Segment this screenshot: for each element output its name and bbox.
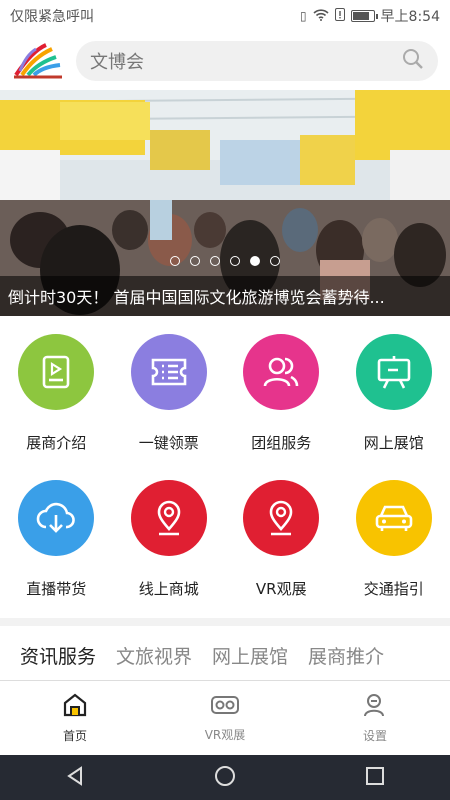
nav-item[interactable]: 首页	[0, 681, 150, 755]
feature-label: 交通指引	[363, 580, 424, 598]
feature-label: 一键领票	[138, 434, 199, 452]
feature-grid: 展商介绍 一键领票 团组服务 网上展馆直播带货 线上商城 VR观展 交通指引	[0, 316, 450, 624]
feature-item[interactable]: 团组服务	[225, 332, 338, 478]
recents-icon[interactable]	[365, 766, 385, 790]
home-icon	[62, 692, 88, 721]
wifi-icon	[312, 8, 329, 24]
back-icon[interactable]	[65, 765, 85, 790]
feature-label: 网上展馆	[363, 434, 424, 452]
status-icons: ▯ 早上8:54	[300, 6, 440, 26]
cloud-download-icon[interactable]	[18, 480, 95, 556]
nav-label: 设置	[362, 729, 387, 743]
tab-item[interactable]: 网上展馆	[212, 634, 288, 677]
search-input[interactable]: 文博会	[90, 48, 144, 74]
home-circle-icon[interactable]	[214, 765, 236, 791]
easel-icon[interactable]	[355, 334, 432, 410]
carousel-dots[interactable]	[0, 256, 450, 266]
ticket-icon[interactable]	[130, 334, 207, 410]
carousel-dot[interactable]	[190, 256, 200, 266]
car-icon[interactable]	[355, 480, 432, 556]
header: 文博会	[0, 32, 450, 90]
feature-label: 团组服务	[251, 434, 312, 452]
carousel-dot[interactable]	[250, 256, 260, 266]
status-carrier-text: 仅限紧急呼叫	[10, 9, 94, 25]
location-pin-icon[interactable]	[243, 480, 320, 556]
bottom-navigation: 首页 VR观展 设置	[0, 680, 450, 755]
feature-item[interactable]: 交通指引	[338, 478, 450, 624]
carousel-dot[interactable]	[270, 256, 280, 266]
feature-label: 直播带货	[26, 580, 87, 598]
play-document-icon[interactable]	[18, 334, 95, 410]
status-time: 早上8:54	[380, 9, 440, 25]
feature-item[interactable]: 线上商城	[113, 478, 226, 624]
system-navigation-bar	[0, 755, 450, 800]
feature-item[interactable]: 直播带货	[0, 478, 113, 624]
search-bar[interactable]: 文博会	[76, 41, 438, 81]
news-tabs: 资讯服务 文旅视界 网上展馆 展商推介	[0, 626, 450, 686]
banner-carousel[interactable]: 倒计时30天！ 首届中国国际文化旅游博览会蓄势待...	[0, 90, 450, 316]
feature-label: 线上商城	[138, 580, 199, 598]
carousel-dot[interactable]	[230, 256, 240, 266]
tab-item[interactable]: 展商推介	[308, 634, 384, 677]
feature-item[interactable]: 网上展馆	[338, 332, 450, 478]
battery-icon	[350, 10, 378, 22]
nav-label: 首页	[62, 729, 87, 743]
nav-label: VR观展	[204, 728, 246, 742]
feature-item[interactable]: VR观展	[225, 478, 338, 624]
location-pin-icon[interactable]	[130, 480, 207, 556]
carousel-dot[interactable]	[210, 256, 220, 266]
vibrate-icon: ▯	[299, 9, 307, 23]
tab-item[interactable]: 资讯服务	[20, 634, 97, 683]
feature-label: VR观展	[255, 580, 307, 598]
group-icon[interactable]	[243, 334, 320, 410]
banner-caption[interactable]: 倒计时30天！ 首届中国国际文化旅游博览会蓄势待...	[0, 276, 450, 316]
tab-item[interactable]: 文旅视界	[116, 634, 192, 677]
nav-item[interactable]: VR观展	[150, 681, 300, 755]
status-bar: 仅限紧急呼叫 ▯ 早上8:54	[0, 0, 450, 32]
search-icon[interactable]	[402, 48, 424, 74]
nav-item[interactable]: 设置	[300, 681, 450, 755]
vr-headset-icon	[210, 693, 240, 720]
feature-item[interactable]: 展商介绍	[0, 332, 113, 478]
feature-label: 展商介绍	[26, 434, 87, 452]
app-logo[interactable]	[12, 41, 64, 81]
carousel-dot[interactable]	[170, 256, 180, 266]
alert-icon	[334, 8, 345, 24]
feature-item[interactable]: 一键领票	[113, 332, 226, 478]
user-settings-icon	[362, 692, 388, 721]
